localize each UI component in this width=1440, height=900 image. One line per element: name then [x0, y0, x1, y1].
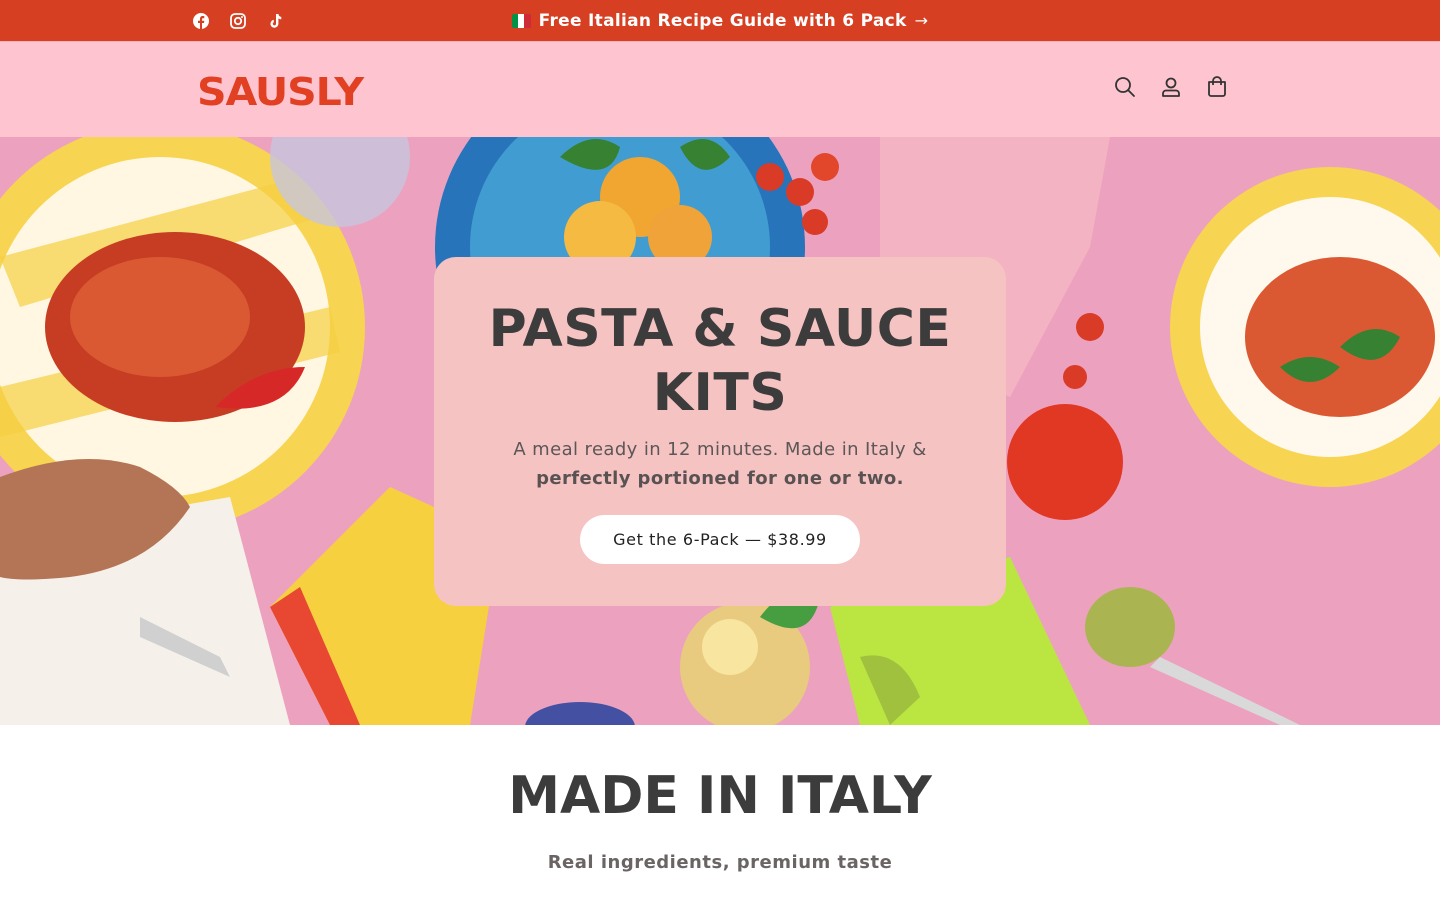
announcement-bar: Free Italian Recipe Guide with 6 Pack → [0, 0, 1440, 41]
italy-flag-icon [511, 13, 531, 28]
hero-title-line1: PASTA & SAUCE [488, 299, 952, 359]
search-icon[interactable] [1110, 72, 1140, 102]
get-6-pack-button[interactable]: Get the 6-Pack — $38.99 [580, 515, 860, 564]
hero-subtitle: A meal ready in 12 minutes. Made in Ital… [474, 435, 966, 493]
account-icon[interactable] [1156, 72, 1186, 102]
header-icons [1110, 72, 1232, 102]
hero-title-line2: KITS [652, 363, 788, 423]
hero-subtitle-bold: perfectly portioned for one or two. [536, 468, 904, 489]
announcement-link[interactable]: Free Italian Recipe Guide with 6 Pack → [0, 0, 1440, 41]
sausly-logo[interactable]: SAUSLY [196, 68, 366, 114]
hero-title: PASTA & SAUCE KITS [434, 297, 1006, 425]
announcement-text: Free Italian Recipe Guide with 6 Pack [538, 10, 907, 31]
site-header: SAUSLY [0, 41, 1440, 137]
hero-subtitle-plain: A meal ready in 12 minutes. Made in Ital… [513, 439, 927, 460]
arrow-right-icon: → [914, 11, 929, 30]
hero-banner: PASTA & SAUCE KITS A meal ready in 12 mi… [0, 137, 1440, 725]
logo-wordmark: SAUSLY [197, 70, 365, 112]
made-in-italy-subheading: Real ingredients, premium taste [547, 852, 893, 873]
cart-icon[interactable] [1202, 72, 1232, 102]
hero-card: PASTA & SAUCE KITS A meal ready in 12 mi… [434, 257, 1006, 606]
made-in-italy-heading: MADE IN ITALY [508, 766, 932, 826]
